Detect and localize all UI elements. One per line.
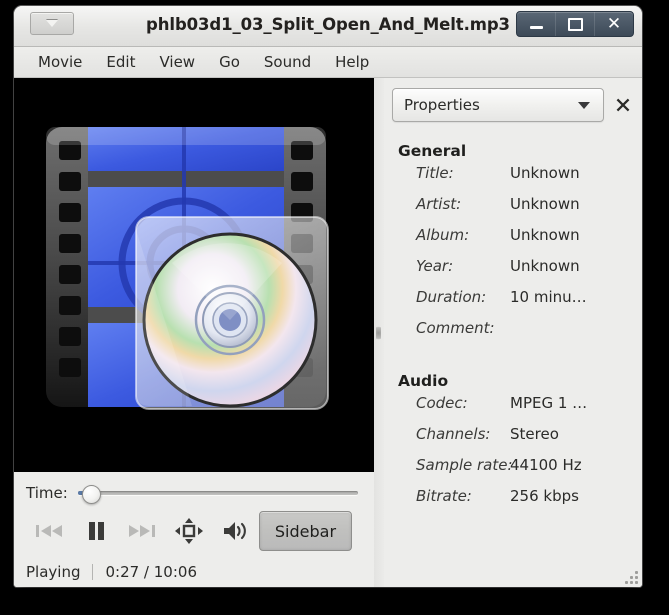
seek-slider-track (77, 491, 358, 495)
totem-window: phlb03d1_03_Split_Open_And_Melt.mp3 ✕ Mo… (14, 6, 642, 587)
properties-list: General Title: Unknown Artist: Unknown A… (392, 136, 634, 518)
property-value: Stereo (510, 425, 559, 443)
property-key: Comment: (416, 319, 495, 337)
property-row-title: Title: Unknown (392, 164, 634, 195)
time-slider-row: Time: (26, 480, 362, 506)
property-value: Unknown (510, 164, 580, 182)
sidebar-view-select[interactable]: Properties (392, 88, 604, 122)
section-title-general: General (398, 142, 467, 160)
property-row-duration: Duration: 10 minu… (392, 288, 634, 319)
property-key: Sample rate: (416, 456, 513, 474)
screen: phlb03d1_03_Split_Open_And_Melt.mp3 ✕ Mo… (0, 0, 669, 615)
property-row-comment: Comment: (392, 319, 634, 350)
property-row-bitrate: Bitrate: 256 kbps (392, 487, 634, 518)
status-bar: Playing 0:27 / 10:06 (14, 557, 374, 587)
resize-grip-icon[interactable] (624, 570, 638, 584)
window-body: Time: Sidebar Playing 0:27 / 10:06 Prope… (14, 78, 642, 587)
skip-forward-icon (129, 525, 156, 537)
pause-icon (88, 522, 104, 540)
property-value: 256 kbps (510, 487, 579, 505)
time-label: Time: (26, 484, 68, 502)
property-key: Duration: (416, 288, 487, 306)
property-value: Unknown (510, 226, 580, 244)
movie-player-logo-icon (32, 113, 357, 438)
property-key: Album: (416, 226, 470, 244)
sidebar-close-button[interactable] (612, 94, 634, 116)
previous-button[interactable] (26, 514, 73, 548)
sidebar-toggle-button[interactable]: Sidebar (258, 511, 353, 551)
video-display-area[interactable] (14, 78, 374, 472)
seek-slider[interactable] (77, 484, 358, 504)
section-title-audio: Audio (398, 372, 449, 390)
chevron-down-icon (578, 101, 590, 109)
property-value: Unknown (510, 195, 580, 213)
property-row-channels: Channels: Stereo (392, 425, 634, 456)
menu-item-edit[interactable]: Edit (94, 50, 147, 74)
property-key: Codec: (416, 394, 468, 412)
window-controls: ✕ (516, 11, 634, 37)
property-value: Unknown (510, 257, 580, 275)
seek-slider-thumb[interactable] (81, 484, 101, 504)
property-value: 10 minu… (510, 288, 587, 306)
title-bar: phlb03d1_03_Split_Open_And_Melt.mp3 ✕ (14, 6, 642, 47)
close-icon: ✕ (606, 13, 622, 34)
menu-item-go[interactable]: Go (207, 50, 252, 74)
player-pane: Time: Sidebar Playing 0:27 / 10:06 (14, 78, 374, 587)
property-row-artist: Artist: Unknown (392, 195, 634, 226)
property-row-sample-rate: Sample rate: 44100 Hz (392, 456, 634, 487)
menu-item-movie[interactable]: Movie (26, 50, 94, 74)
pane-splitter[interactable] (374, 78, 384, 587)
close-icon (616, 98, 630, 112)
splitter-grip-icon (376, 323, 381, 342)
sidebar-panel: Properties General Title: Unknown Artist… (384, 78, 642, 587)
property-key: Artist: (416, 195, 462, 213)
playback-controls: Time: Sidebar (14, 472, 374, 557)
property-key: Year: (416, 257, 454, 275)
property-key: Title: (416, 164, 454, 182)
property-key: Bitrate: (416, 487, 472, 505)
transport-buttons: Sidebar (26, 506, 362, 553)
minimize-icon (529, 26, 543, 29)
time-display: 0:27 / 10:06 (105, 563, 197, 581)
close-button[interactable]: ✕ (595, 12, 633, 36)
volume-icon (223, 522, 246, 540)
fullscreen-arrows-icon (175, 518, 204, 544)
property-row-album: Album: Unknown (392, 226, 634, 257)
menu-item-help[interactable]: Help (323, 50, 381, 74)
maximize-icon (567, 17, 583, 31)
property-row-codec: Codec: MPEG 1 … (392, 394, 634, 425)
minimize-button[interactable] (517, 12, 556, 36)
pause-button[interactable] (73, 514, 120, 548)
maximize-button[interactable] (556, 12, 595, 36)
menu-item-view[interactable]: View (147, 50, 207, 74)
menu-item-sound[interactable]: Sound (252, 50, 323, 74)
sidebar-view-select-value: Properties (404, 96, 480, 114)
volume-button[interactable] (212, 514, 259, 548)
next-button[interactable] (119, 514, 166, 548)
sidebar-header: Properties (392, 88, 634, 122)
playback-state: Playing (26, 563, 81, 581)
menu-bar: Movie Edit View Go Sound Help (14, 47, 642, 78)
property-value: MPEG 1 … (510, 394, 588, 412)
property-row-year: Year: Unknown (392, 257, 634, 288)
skip-backward-icon (36, 525, 63, 537)
status-separator (92, 564, 94, 580)
property-value: 44100 Hz (510, 456, 582, 474)
property-key: Channels: (416, 425, 491, 443)
fullscreen-button[interactable] (166, 514, 213, 548)
